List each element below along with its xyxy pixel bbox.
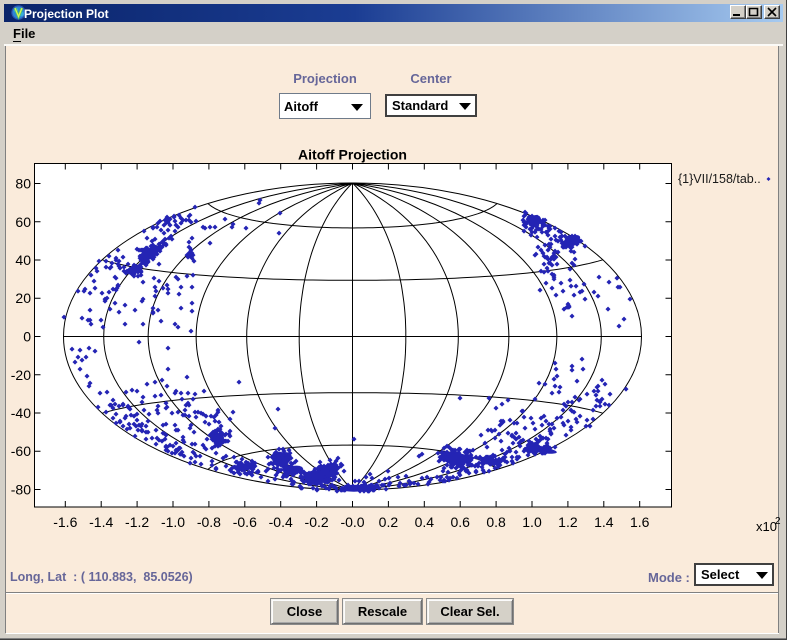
svg-text:-0.4: -0.4 xyxy=(269,514,293,530)
svg-text:0.8: 0.8 xyxy=(486,514,506,530)
svg-text:40: 40 xyxy=(15,252,31,268)
svg-text:x10: x10 xyxy=(756,519,777,534)
svg-text:-1.2: -1.2 xyxy=(125,514,149,530)
svg-text:-40: -40 xyxy=(11,405,31,421)
svg-text:-0.0: -0.0 xyxy=(340,514,364,530)
svg-text:1.2: 1.2 xyxy=(558,514,578,530)
svg-text:0.6: 0.6 xyxy=(450,514,470,530)
svg-text:1.6: 1.6 xyxy=(630,514,650,530)
svg-text:-20: -20 xyxy=(11,367,31,383)
svg-text:-1.0: -1.0 xyxy=(161,514,185,530)
svg-text:1.4: 1.4 xyxy=(594,514,614,530)
svg-text:-0.8: -0.8 xyxy=(197,514,221,530)
svg-text:-1.4: -1.4 xyxy=(89,514,113,530)
svg-text:Aitoff Projection: Aitoff Projection xyxy=(298,147,407,163)
svg-text:20: 20 xyxy=(15,290,31,306)
svg-text:1.0: 1.0 xyxy=(522,514,542,530)
svg-text:-1.6: -1.6 xyxy=(53,514,77,530)
svg-text:0: 0 xyxy=(23,329,31,345)
svg-text:-80: -80 xyxy=(11,482,31,498)
svg-text:2: 2 xyxy=(775,516,781,527)
svg-text:-0.2: -0.2 xyxy=(305,514,329,530)
svg-text:0.2: 0.2 xyxy=(379,514,399,530)
svg-text:0.4: 0.4 xyxy=(415,514,435,530)
svg-text:80: 80 xyxy=(15,176,31,192)
svg-text:-0.6: -0.6 xyxy=(233,514,257,530)
svg-text:60: 60 xyxy=(15,214,31,230)
svg-text:-60: -60 xyxy=(11,443,31,459)
svg-text:{1}VII/158/tab..: {1}VII/158/tab.. xyxy=(678,172,761,186)
